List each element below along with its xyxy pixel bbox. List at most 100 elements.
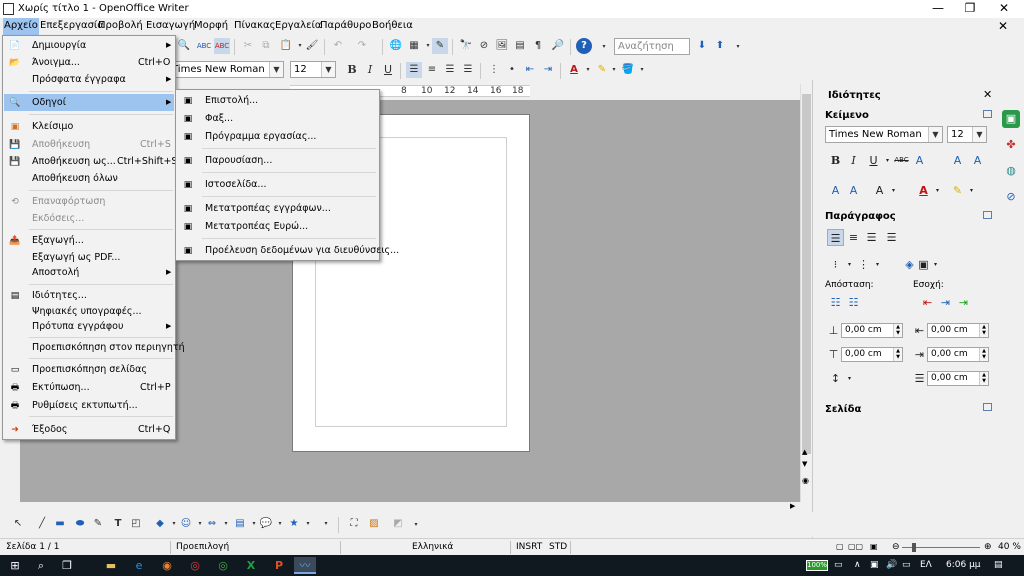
notifications-icon[interactable]: ▤ (994, 560, 1003, 570)
page-section-title[interactable]: Σελίδα (825, 404, 861, 415)
powerpoint-icon[interactable]: P (268, 557, 290, 574)
ellipse-icon[interactable]: ⬬ (72, 516, 88, 532)
language-indicator[interactable]: Ελληνικά (412, 542, 453, 552)
indent-after-field[interactable]: 0,00 cm ▲ ▼ (927, 347, 989, 362)
multi-page-view-icon[interactable]: ▢▢ (848, 542, 863, 551)
show-draw-functions-icon[interactable]: ✎ (432, 38, 448, 54)
cut-icon[interactable]: ✂ (240, 38, 256, 54)
increase-paragraph-spacing-icon[interactable]: ☷ (827, 294, 844, 311)
align-center-icon[interactable]: ≡ (424, 62, 440, 78)
font-name-field[interactable]: Times New Roman ▼ (168, 61, 284, 78)
wizard-item-web-page[interactable]: ▣ Ιστοσελίδα... (177, 176, 378, 193)
spin-arrows-icon[interactable]: ▲ ▼ (979, 324, 988, 337)
justify-icon[interactable]: ☰ (460, 62, 476, 78)
decrease-font-icon[interactable]: A (969, 152, 986, 169)
drawbar-more-icon[interactable]: ▾ (408, 517, 424, 533)
copy-icon[interactable]: ⧉ (258, 38, 274, 54)
sidebar-decrease-indent-icon[interactable]: ⇤ (919, 294, 936, 311)
spacing-below-field[interactable]: 0,00 cm ▲ ▼ (841, 347, 903, 362)
align-right-icon[interactable]: ☰ (442, 62, 458, 78)
numbering-icon[interactable]: ⋮ (486, 62, 502, 78)
single-page-view-icon[interactable]: ▢ (836, 542, 844, 551)
undo-icon[interactable]: ↶ (330, 38, 346, 54)
clock[interactable]: 6:06 μμ (946, 560, 981, 570)
bold-button[interactable]: B (344, 62, 360, 78)
menu-help[interactable]: Βοήθεια (372, 20, 413, 31)
menu-item-print[interactable]: 🖶 Εκτύπωση... Ctrl+P (4, 379, 174, 396)
wizard-item-letter[interactable]: ▣ Επιστολή... (177, 92, 378, 109)
chevron-down-icon[interactable]: ▼ (269, 62, 283, 77)
menu-item-page-preview[interactable]: ▭ Προεπισκόπηση σελίδας (4, 361, 174, 378)
menu-item-save-as[interactable]: 💾 Αποθήκευση ως... Ctrl+Shift+S (4, 153, 177, 170)
paragraph-section-title[interactable]: Παράγραφος (825, 211, 896, 222)
volume-icon[interactable]: 🔊 (886, 560, 897, 570)
rectangle-icon[interactable]: ▬ (52, 516, 68, 532)
wizard-item-fax[interactable]: ▣ Φαξ... (177, 110, 378, 127)
sidebar-font-color-dropdown-icon[interactable]: ▾ (929, 182, 946, 199)
sidebar-font-size-field[interactable]: 12 ▼ (947, 126, 987, 143)
clone-formatting-icon[interactable]: 🖌 (304, 38, 320, 54)
increase-font-icon[interactable]: A (949, 152, 966, 169)
scrollbar-thumb[interactable] (802, 94, 811, 454)
line-icon[interactable]: ╱ (34, 516, 50, 532)
menu-file[interactable]: Αρχείο (3, 18, 39, 35)
wizard-item-agenda[interactable]: ▣ Πρόγραμμα εργασίας... (177, 128, 378, 145)
sidebar-highlighting-dropdown-icon[interactable]: ▾ (963, 182, 980, 199)
align-left-icon[interactable]: ☰ (406, 62, 422, 78)
tray-chevron-icon[interactable]: ∧ (854, 560, 861, 570)
book-view-icon[interactable]: ▣ (870, 542, 878, 551)
gallery-icon[interactable]: 🖼 (494, 38, 510, 54)
font-size-field[interactable]: 12 ▼ (290, 61, 336, 78)
menu-item-exit[interactable]: ➜ Έξοδος Ctrl+Q (4, 421, 174, 438)
menu-item-export[interactable]: 📤 Εξαγωγή... (4, 232, 174, 249)
menu-item-wizards[interactable]: 🔍 Οδηγοί ▶ (4, 94, 174, 111)
menu-item-printer-settings[interactable]: 🖶 Ρυθμίσεις εκτυπωτή... (4, 397, 174, 414)
superscript-icon[interactable]: A (827, 182, 844, 199)
chrome-secondary-icon[interactable]: ◎ (212, 557, 234, 574)
zoom-tool-icon[interactable]: 🔎 (550, 38, 566, 54)
horizontal-scrollbar[interactable]: ▶ (20, 502, 800, 512)
insert-mode[interactable]: INSRT (516, 542, 542, 552)
spin-arrows-icon[interactable]: ▲ ▼ (893, 324, 902, 337)
paragraph-border-dropdown-icon[interactable]: ▾ (927, 256, 944, 273)
menu-item-close[interactable]: ▣ Κλείσιμο (4, 118, 174, 135)
italic-button[interactable]: I (362, 62, 378, 78)
hyperlink-icon[interactable]: 🌐 (388, 38, 404, 54)
callouts-icon[interactable]: ◰ (128, 516, 144, 532)
wizard-item-presentation[interactable]: ▣ Παρουσίαση... (177, 152, 378, 169)
wizard-item-address-data-source[interactable]: ▣ Προέλευση δεδομένων για διευθύνσεις... (177, 242, 399, 259)
excel-icon[interactable]: X (240, 557, 262, 574)
zoom-in-icon[interactable]: ⊕ (984, 542, 992, 552)
spacing-above-field[interactable]: 0,00 cm ▲ ▼ (841, 323, 903, 338)
find-next-icon[interactable]: ⬇ (694, 38, 710, 54)
battery-icon[interactable]: ▭ (834, 560, 843, 570)
decrease-indent-icon[interactable]: ⇤ (522, 62, 538, 78)
document-close-button[interactable]: ✕ (998, 19, 1008, 33)
spellcheck-icon[interactable]: ABC (196, 38, 212, 54)
wizard-item-document-converter[interactable]: ▣ Μετατροπέας εγγράφων... (177, 200, 378, 217)
shadow-icon[interactable]: A (911, 152, 928, 169)
vertical-scrollbar[interactable]: ▲ ▼ ◉ (800, 84, 812, 502)
hanging-indent-icon[interactable]: ⇥ (955, 294, 972, 311)
task-view-icon[interactable]: ❐ (56, 557, 78, 574)
properties-tab-icon[interactable]: ▣ (1002, 110, 1020, 128)
start-icon[interactable]: ⊞ (4, 557, 26, 574)
text-section-title[interactable]: Κείμενο (825, 110, 869, 121)
chrome-icon[interactable]: ◎ (184, 557, 206, 574)
scroll-up-icon[interactable]: ▲ (802, 448, 807, 456)
menu-window[interactable]: Παράθυρο (320, 20, 371, 31)
sidebar-increase-indent-icon[interactable]: ⇥ (937, 294, 954, 311)
menu-item-new[interactable]: 📄 Δημιουργία ▶ (4, 37, 174, 54)
file-explorer-icon[interactable]: ▬ (100, 557, 122, 574)
zoom-out-icon[interactable]: ⊖ (892, 542, 900, 552)
sidebar-align-center-icon[interactable]: ≡ (845, 229, 862, 246)
battery-status-icon[interactable]: ▭ (902, 560, 911, 570)
autospellcheck-icon[interactable]: ABC (214, 38, 230, 54)
line-spacing-dropdown-icon[interactable]: ▾ (841, 370, 858, 387)
find-replace-icon[interactable]: 🔭 (458, 38, 474, 54)
bullets-icon[interactable]: • (504, 62, 520, 78)
menu-item-browser-preview[interactable]: Προεπισκόπηση στον περιηγητή (4, 339, 185, 356)
menu-table[interactable]: Πίνακας (234, 20, 275, 31)
find-toolbar-options-icon[interactable]: ▾ (730, 39, 746, 55)
input-language[interactable]: ΕΛ (920, 560, 932, 570)
